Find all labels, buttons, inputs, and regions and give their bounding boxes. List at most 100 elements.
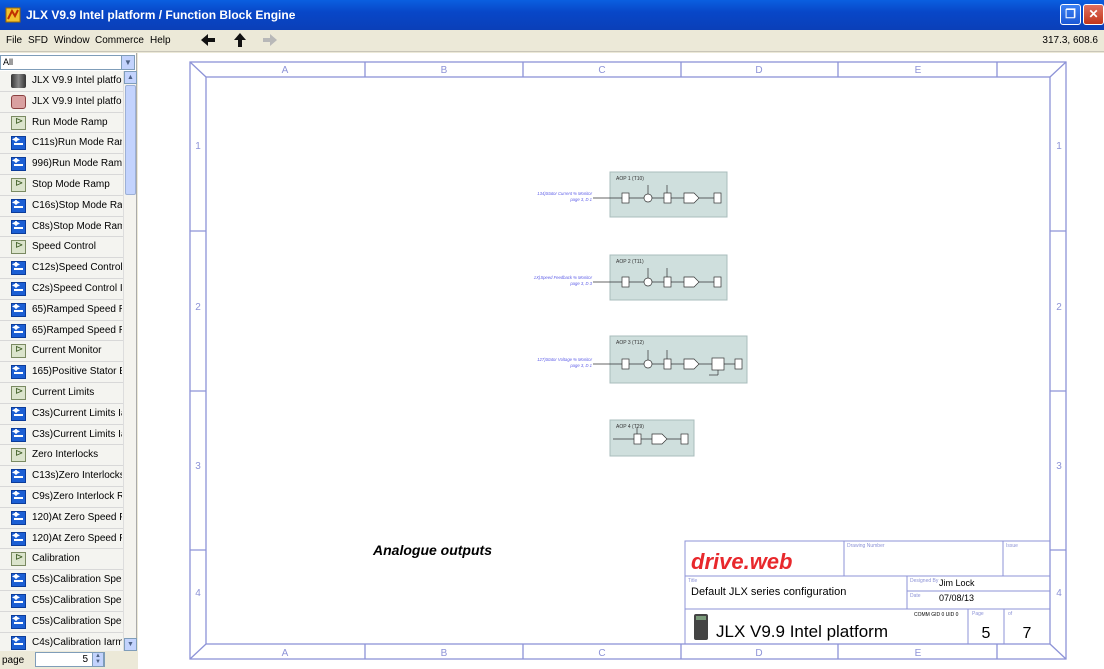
tree-item[interactable]: Speed Control bbox=[0, 237, 123, 259]
tree-item-label: C3s)Current Limits Iar bbox=[32, 407, 122, 419]
tree-item-label: C8s)Stop Mode Ramp bbox=[32, 220, 122, 232]
tree-item-label: Stop Mode Ramp bbox=[32, 178, 110, 190]
menu-commerce[interactable]: Commerce bbox=[95, 35, 144, 46]
tree-item-label: 65)Ramped Speed Re bbox=[32, 324, 122, 336]
tree-item-label: C16s)Stop Mode Ramp bbox=[32, 199, 122, 211]
link-icon bbox=[11, 280, 26, 296]
tree-item[interactable]: C5s)Calibration Speed bbox=[0, 590, 123, 612]
app-icon bbox=[5, 7, 21, 23]
tree-item[interactable]: C11s)Run Mode Ramp bbox=[0, 133, 123, 155]
scroll-thumb[interactable] bbox=[125, 85, 136, 195]
col-label-bottom: B bbox=[441, 648, 448, 659]
link-icon bbox=[11, 405, 26, 421]
page-label-small: Page bbox=[972, 611, 984, 617]
col-label-bottom: D bbox=[755, 648, 762, 659]
tree-item[interactable]: 996)Run Mode Ramps bbox=[0, 154, 123, 175]
tree-item[interactable]: Zero Interlocks bbox=[0, 445, 123, 467]
maximize-button[interactable]: ❐ bbox=[1060, 4, 1081, 25]
tree-item[interactable]: C5s)Calibration Speed bbox=[0, 570, 123, 591]
tree-item[interactable]: C13s)Zero Interlocks bbox=[0, 466, 123, 487]
menu-window[interactable]: Window bbox=[54, 35, 90, 46]
drawing-canvas[interactable]: A B C D E A B C D E 1 2 3 4 1 2 3 4 AOP … bbox=[138, 53, 1104, 669]
tree-item[interactable]: C5s)Calibration Speed bbox=[0, 611, 123, 633]
tree-item[interactable]: C2s)Speed Control Ia bbox=[0, 278, 123, 300]
tree-item[interactable]: 165)Positive Stator Br bbox=[0, 362, 123, 383]
tree-item[interactable]: JLX V9.9 Intel platform bbox=[0, 71, 123, 92]
tree-item-label: C12s)Speed Control T bbox=[32, 262, 122, 274]
link-icon bbox=[11, 197, 26, 213]
tree-item[interactable]: 120)At Zero Speed Fl bbox=[0, 507, 123, 529]
tree-item[interactable]: C16s)Stop Mode Ramp bbox=[0, 195, 123, 217]
tree-item[interactable]: C4s)Calibration Iarm I bbox=[0, 632, 123, 651]
link-icon bbox=[11, 467, 26, 484]
menu-file[interactable]: File bbox=[6, 35, 22, 46]
tree-item[interactable]: C3s)Current Limits Iar bbox=[0, 424, 123, 446]
tree-item-label: C11s)Run Mode Ramp bbox=[32, 137, 122, 149]
tree-item[interactable]: C9s)Zero Interlock Ru bbox=[0, 486, 123, 508]
tree-item-label: Current Limits bbox=[32, 386, 95, 398]
row-label-left: 2 bbox=[195, 302, 201, 313]
page-number: 5 bbox=[982, 625, 991, 642]
tree-item[interactable]: 65)Ramped Speed Re bbox=[0, 320, 123, 342]
drawing-sheet: A B C D E A B C D E 1 2 3 4 1 2 3 4 AOP … bbox=[189, 61, 1067, 660]
block-input-page: page 3, D 3 bbox=[569, 281, 592, 286]
tree-item-label: 120)At Zero Speed Fl bbox=[32, 532, 122, 544]
link-icon bbox=[11, 134, 26, 151]
tree-item[interactable]: Stop Mode Ramp bbox=[0, 174, 123, 196]
tree-item-label: JLX V9.9 Intel platform bbox=[32, 95, 122, 107]
row-label-left: 4 bbox=[195, 588, 201, 599]
link-icon bbox=[11, 613, 26, 629]
tree-item-label: C3s)Current Limits Iar bbox=[32, 428, 122, 440]
menu-help[interactable]: Help bbox=[150, 35, 171, 46]
up-arrow-icon[interactable] bbox=[232, 32, 248, 48]
menu-bar: File SFD Window Commerce Help 317.3, 608… bbox=[0, 30, 1104, 52]
tree-item-label: 165)Positive Stator Br bbox=[32, 366, 122, 378]
page-label: page bbox=[2, 655, 25, 666]
close-button[interactable]: ✕ bbox=[1083, 4, 1104, 25]
link-icon bbox=[11, 571, 26, 588]
tree-item[interactable]: Current Monitor bbox=[0, 341, 123, 363]
page-spinner[interactable]: ▲ ▼ bbox=[92, 652, 104, 667]
app-window: JLX V9.9 Intel platform / Function Block… bbox=[0, 0, 1104, 669]
tree-item[interactable]: 65)Ramped Speed Re bbox=[0, 299, 123, 321]
col-label-top: E bbox=[915, 65, 922, 76]
aop-block-4[interactable]: AOP 4 (T29) bbox=[609, 419, 695, 457]
aop-block-2[interactable]: AOP 2 (T11) 1X)Speed Feedback % Monitor … bbox=[534, 254, 728, 301]
title-block: drive.web Drawing Number Issue Title Des… bbox=[684, 540, 1051, 645]
chevron-down-icon[interactable]: ▼ bbox=[121, 56, 134, 69]
tree-scrollbar[interactable]: ▲ ▼ bbox=[123, 71, 137, 651]
row-label-right: 2 bbox=[1056, 302, 1062, 313]
col-label-bottom: A bbox=[282, 648, 289, 659]
link-icon bbox=[11, 488, 26, 504]
designed-by-label: Designed By bbox=[910, 578, 939, 584]
forward-arrow-icon[interactable] bbox=[262, 32, 278, 48]
tree-item[interactable]: Run Mode Ramp bbox=[0, 112, 123, 134]
designer-name: Jim Lock bbox=[939, 578, 975, 588]
tree-item[interactable]: C8s)Stop Mode Ramp bbox=[0, 216, 123, 238]
block-title: AOP 4 (T29) bbox=[616, 424, 644, 430]
tree-item[interactable]: 120)At Zero Speed Fl bbox=[0, 528, 123, 550]
link-icon bbox=[11, 155, 26, 172]
tree-item-label: Calibration bbox=[32, 553, 80, 565]
block-input-page: page 3, D 1 bbox=[569, 363, 592, 368]
tree-item[interactable]: Calibration bbox=[0, 549, 123, 571]
title-bar[interactable]: JLX V9.9 Intel platform / Function Block… bbox=[0, 0, 1104, 30]
tree-item[interactable]: C3s)Current Limits Iar bbox=[0, 403, 123, 425]
device-name: JLX V9.9 Intel platform bbox=[716, 622, 888, 641]
scroll-down-icon[interactable]: ▼ bbox=[124, 638, 137, 651]
link-icon bbox=[11, 301, 26, 317]
tree-item[interactable]: C12s)Speed Control T bbox=[0, 258, 123, 279]
scroll-up-icon[interactable]: ▲ bbox=[124, 71, 137, 84]
title-label: Title bbox=[688, 578, 697, 584]
back-arrow-icon[interactable] bbox=[200, 32, 216, 48]
col-label-bottom: C bbox=[598, 648, 605, 659]
tree-item[interactable]: Current Limits bbox=[0, 382, 123, 404]
aop-block-3[interactable]: AOP 3 (T12) 127)Stator Voltage % Monitor… bbox=[537, 335, 748, 384]
filter-dropdown[interactable]: All ▼ bbox=[0, 55, 135, 70]
col-label-top: D bbox=[755, 65, 762, 76]
aop-block-1[interactable]: AOP 1 (T10) 134)Stator Current % Monitor… bbox=[537, 171, 728, 218]
tree-item[interactable]: JLX V9.9 Intel platform bbox=[0, 91, 123, 113]
menu-sfd[interactable]: SFD bbox=[28, 35, 48, 46]
tree-item-label: 120)At Zero Speed Fl bbox=[32, 511, 122, 523]
sfd-icon bbox=[11, 115, 26, 130]
